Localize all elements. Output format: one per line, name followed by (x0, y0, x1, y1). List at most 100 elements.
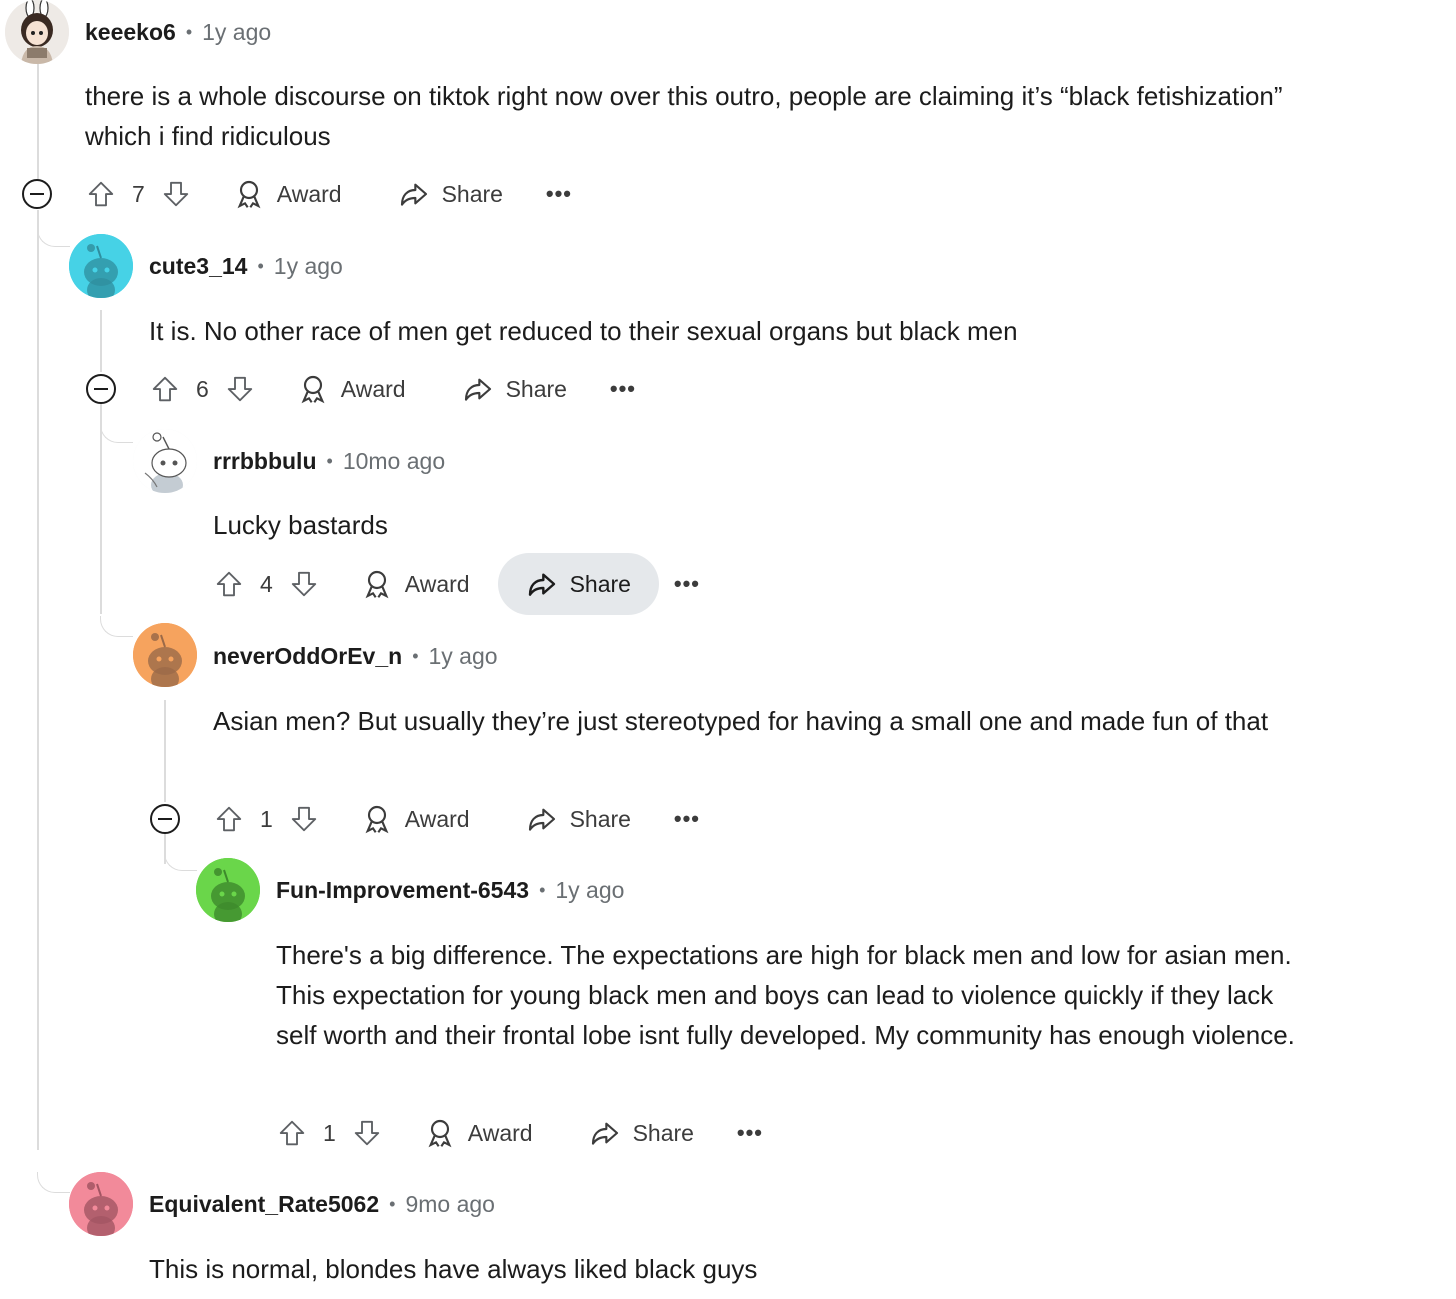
comment-body: Asian men? But usually they’re just ster… (213, 706, 1269, 736)
share-icon (591, 1122, 618, 1145)
award-button[interactable]: Award (333, 788, 498, 850)
thread-line (164, 700, 166, 802)
more-options-button[interactable]: ••• (659, 791, 715, 847)
separator-dot: • (412, 645, 419, 666)
comment-actions: 7 Award Share ••• (84, 162, 587, 226)
more-options-button[interactable]: ••• (722, 1105, 778, 1161)
vote-count: 6 (196, 375, 209, 402)
share-label: Share (569, 570, 631, 597)
comment-body: there is a whole discourse on tiktok rig… (85, 81, 1283, 151)
thread-line (37, 64, 39, 180)
comment-meta: Fun-Improvement-6543 • 1y ago (276, 858, 624, 922)
thread-line (100, 404, 102, 614)
share-label: Share (632, 1119, 694, 1146)
award-label: Award (467, 1119, 533, 1146)
snoo-avatar-icon (196, 858, 260, 922)
thread-curve (164, 850, 197, 871)
award-icon (428, 1119, 452, 1148)
vote-count: 1 (323, 1119, 336, 1146)
share-label: Share (569, 805, 631, 832)
award-label: Award (404, 805, 470, 832)
collapse-button[interactable] (22, 179, 52, 209)
upvote-icon[interactable] (148, 372, 182, 406)
more-options-button[interactable]: ••• (659, 556, 715, 612)
separator-dot: • (257, 255, 264, 276)
award-icon (365, 570, 389, 599)
separator-dot: • (185, 21, 193, 42)
vote-count: 7 (132, 180, 145, 207)
downvote-icon[interactable] (350, 1116, 384, 1150)
avatar[interactable] (133, 429, 197, 493)
share-label: Share (505, 375, 567, 402)
avatar[interactable] (196, 858, 260, 922)
comment-meta: keeeko6 • 1y ago (85, 0, 271, 64)
avatar[interactable] (69, 1172, 133, 1236)
comment-meta: rrrbbbulu • 10mo ago (213, 429, 445, 493)
thread-curve (100, 616, 133, 637)
timestamp[interactable]: 1y ago (274, 253, 343, 280)
vote-count: 4 (260, 570, 273, 597)
award-label: Award (404, 570, 470, 597)
separator-dot: • (326, 450, 333, 471)
award-button[interactable]: Award (269, 358, 434, 420)
username[interactable]: rrrbbbulu (213, 448, 317, 475)
thread-curve (37, 226, 70, 247)
comment-actions: 6 Award Share ••• (148, 357, 651, 421)
downvote-icon[interactable] (223, 372, 257, 406)
upvote-icon[interactable] (84, 177, 118, 211)
share-button[interactable]: Share (498, 788, 659, 850)
username[interactable]: Equivalent_Rate5062 (149, 1191, 379, 1218)
snoo-avatar-icon (69, 234, 133, 298)
downvote-icon[interactable] (287, 567, 321, 601)
more-options-button[interactable]: ••• (595, 361, 651, 417)
avatar[interactable] (5, 0, 69, 64)
upvote-icon[interactable] (212, 802, 246, 836)
avatar[interactable] (69, 234, 133, 298)
award-icon (365, 805, 389, 834)
share-button[interactable]: Share (561, 1102, 722, 1164)
downvote-icon[interactable] (159, 177, 193, 211)
vote-count: 1 (260, 805, 273, 832)
award-icon (301, 375, 325, 404)
timestamp[interactable]: 10mo ago (343, 448, 445, 475)
comment-actions: 1 Award Share ••• (275, 1101, 778, 1165)
comment-actions: 1 Award Share ••• (212, 787, 715, 851)
collapse-button[interactable] (150, 804, 180, 834)
award-icon (237, 180, 261, 209)
share-icon (528, 808, 555, 831)
share-label: Share (441, 180, 503, 207)
share-button[interactable]: Share (434, 358, 595, 420)
upvote-icon[interactable] (275, 1116, 309, 1150)
downvote-icon[interactable] (287, 802, 321, 836)
share-button[interactable]: Share (497, 553, 659, 615)
award-button[interactable]: Award (333, 553, 498, 615)
avatar[interactable] (133, 623, 197, 687)
award-button[interactable]: Award (396, 1102, 561, 1164)
timestamp[interactable]: 1y ago (555, 877, 624, 904)
award-button[interactable]: Award (205, 163, 370, 225)
thread-line (37, 210, 39, 1150)
comment-body: There's a big difference. The expectatio… (276, 940, 1295, 1050)
separator-dot: • (389, 1193, 396, 1214)
username[interactable]: keeeko6 (85, 19, 176, 46)
comment-body: Lucky bastards (213, 510, 388, 540)
timestamp[interactable]: 9mo ago (405, 1191, 495, 1218)
comment-actions: 4 Award Share ••• (212, 552, 715, 616)
timestamp[interactable]: 1y ago (202, 19, 271, 46)
comment-meta: cute3_14 • 1y ago (149, 234, 343, 298)
comment-body: It is. No other race of men get reduced … (149, 316, 1018, 346)
award-label: Award (340, 375, 406, 402)
timestamp[interactable]: 1y ago (429, 643, 498, 670)
award-label: Award (276, 180, 342, 207)
more-options-button[interactable]: ••• (531, 166, 587, 222)
share-button[interactable]: Share (370, 163, 531, 225)
username[interactable]: cute3_14 (149, 253, 247, 280)
anime-girl-avatar-icon (5, 0, 69, 64)
snoo-avatar-icon (133, 623, 197, 687)
collapse-button[interactable] (86, 374, 116, 404)
comment-meta: neverOddOrEv_n • 1y ago (213, 624, 498, 688)
snoo-ghost-avatar-icon (133, 429, 197, 493)
username[interactable]: Fun-Improvement-6543 (276, 877, 529, 904)
username[interactable]: neverOddOrEv_n (213, 643, 402, 670)
upvote-icon[interactable] (212, 567, 246, 601)
